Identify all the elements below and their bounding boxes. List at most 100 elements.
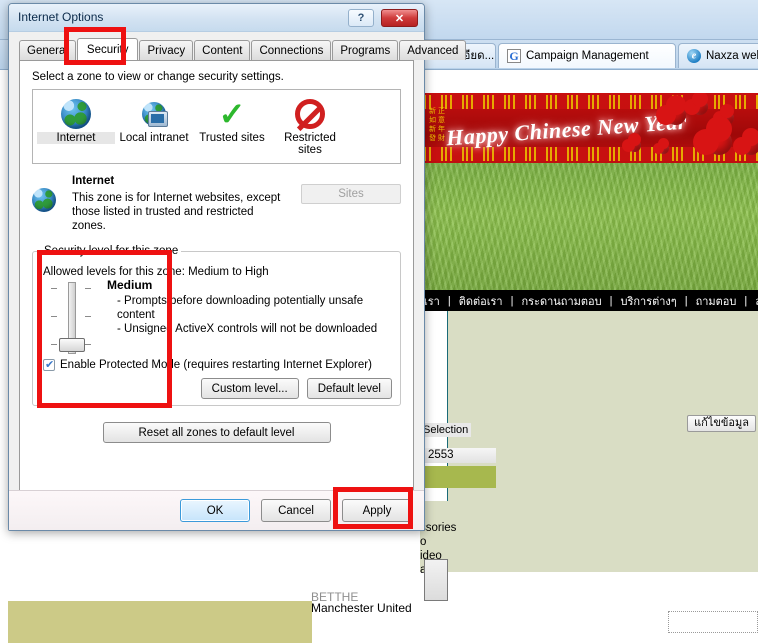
browser-tab-2[interactable]: Naxza web l — [678, 43, 758, 68]
page-content-area — [420, 311, 758, 572]
olive-block — [424, 466, 496, 488]
reset-all-zones-button[interactable]: Reset all zones to default level — [102, 422, 331, 443]
google-icon: G — [507, 49, 521, 63]
browser-tab-1[interactable]: G Campaign Management — [498, 43, 676, 68]
tab-label: Privacy — [147, 44, 186, 57]
tab-connections[interactable]: Connections — [251, 40, 332, 60]
heart-balloon — [684, 93, 708, 115]
tab-label: Connections — [259, 44, 324, 57]
dialog-title: Internet Options — [18, 10, 104, 24]
zone-selector: Internet Local intranet ✓ Trusted sites … — [32, 89, 401, 164]
cancel-button[interactable]: Cancel — [261, 499, 331, 522]
slider-tick — [85, 344, 91, 345]
zone-title: Internet — [72, 175, 115, 187]
slider-tick — [85, 288, 91, 289]
security-level-group: Security level for this zone Allowed lev… — [32, 245, 401, 406]
tab-security[interactable]: Security — [76, 38, 139, 60]
slider-tick — [51, 288, 57, 289]
slider-tick — [51, 316, 57, 317]
internet-options-dialog: Internet Options ? ✕ General Security Pr… — [8, 3, 467, 531]
nav-separator: | — [447, 294, 451, 307]
dialog-tabs: General Security Privacy Content Connect… — [19, 38, 467, 61]
dialog-footer: OK Cancel Apply — [9, 490, 424, 530]
zone-label: Local intranet — [119, 132, 189, 144]
list-item[interactable]: o — [420, 535, 456, 549]
security-level-slider[interactable] — [47, 282, 95, 358]
protected-mode-checkbox[interactable] — [43, 358, 55, 371]
heart-balloon — [693, 116, 732, 155]
grass-background-image — [420, 163, 758, 290]
nav-item-4[interactable]: ถามตอบ — [696, 292, 737, 310]
site-navigation-bar: เรา | ติดต่อเรา | กระดานถามตอบ | บริการต… — [420, 290, 758, 311]
nav-item-3[interactable]: บริการต่างๆ — [620, 292, 676, 310]
banner-text: Happy Chinese New Year — [445, 108, 688, 151]
tab-content[interactable]: Content — [194, 40, 251, 60]
level-buttons: Custom level... Default level — [200, 378, 392, 399]
zone-trusted-sites[interactable]: ✓ Trusted sites — [193, 96, 271, 163]
heart-balloon — [621, 132, 641, 152]
tab-programs[interactable]: Programs — [332, 40, 399, 60]
zone-description-area: Internet This zone is for Internet websi… — [32, 174, 401, 233]
allowed-levels-text: Allowed levels for this zone: Medium to … — [43, 266, 269, 278]
level-description: - Prompts before downloading potentially… — [117, 294, 390, 336]
apply-button[interactable]: Apply — [342, 499, 412, 522]
tab-label: General — [27, 44, 68, 57]
protected-mode-row[interactable]: Enable Protected Mode (requires restarti… — [43, 358, 372, 371]
zone-instruction: Select a zone to view or change security… — [32, 71, 284, 83]
group-legend: Security level for this zone — [41, 245, 182, 257]
restricted-circle-icon — [271, 96, 349, 132]
nav-separator: | — [510, 294, 514, 307]
browser-tab-label: Campaign Management — [526, 50, 649, 62]
year-field[interactable]: 2553 — [424, 448, 496, 463]
reset-row: Reset all zones to default level — [32, 422, 401, 443]
browser-tab-label: Naxza web l — [706, 50, 758, 62]
nav-separator: | — [744, 294, 748, 307]
text-input-field[interactable] — [668, 611, 758, 633]
sites-button[interactable]: Sites — [301, 184, 401, 204]
level-bullet: - Prompts before downloading potentially… — [117, 295, 364, 321]
globe-icon — [37, 96, 115, 132]
tab-privacy[interactable]: Privacy — [139, 40, 194, 60]
help-button[interactable]: ? — [348, 9, 374, 27]
tab-label: Programs — [340, 44, 391, 57]
default-level-button[interactable]: Default level — [306, 378, 392, 399]
khaki-block — [8, 601, 312, 643]
green-check-icon: ✓ — [218, 96, 246, 132]
scrollbar-thumb[interactable] — [424, 559, 448, 601]
tab-general[interactable]: General — [19, 40, 76, 60]
dialog-titlebar[interactable]: Internet Options ? ✕ — [9, 4, 424, 32]
list-item[interactable]: ssories — [420, 521, 456, 535]
zone-internet[interactable]: Internet — [37, 96, 115, 163]
heart-balloon — [733, 128, 758, 155]
close-icon[interactable]: ✕ — [381, 9, 418, 27]
nav-item-0[interactable]: เรา — [424, 292, 440, 310]
nav-separator: | — [684, 294, 688, 307]
nav-item-2[interactable]: กระดานถามตอบ — [521, 292, 601, 310]
edit-data-button[interactable]: แก้ไขข้อมูล — [687, 415, 756, 432]
nav-item-1[interactable]: ติดต่อเรา — [459, 292, 503, 310]
slider-thumb[interactable] — [59, 338, 85, 352]
heart-balloon — [652, 137, 669, 154]
zone-label: Internet — [37, 132, 115, 144]
tab-advanced[interactable]: Advanced — [399, 40, 467, 60]
level-bullet: - Unsigned ActiveX controls will not be … — [117, 323, 378, 335]
tab-label: Advanced — [407, 44, 459, 57]
heart-balloon — [656, 95, 686, 125]
selection-label: Selection — [420, 423, 472, 437]
zone-local-intranet[interactable]: Local intranet — [115, 96, 193, 163]
footer-text: Manchester United — [311, 601, 412, 615]
zone-label: Restricted sites — [284, 132, 336, 156]
nav-separator: | — [609, 294, 613, 307]
custom-level-button[interactable]: Custom level... — [200, 378, 299, 399]
slider-tick — [85, 316, 91, 317]
globe-monitor-icon — [115, 96, 193, 132]
zone-description: This zone is for Internet websites, exce… — [72, 192, 281, 232]
zone-restricted-sites[interactable]: Restricted sites — [271, 96, 349, 163]
chinese-new-year-banner: 新 正 如 意 新 年 發 財 Happy Chinese New Year — [420, 93, 758, 163]
level-name: Medium — [107, 278, 153, 292]
zone-label: Trusted sites — [199, 132, 265, 144]
ok-button[interactable]: OK — [180, 499, 250, 522]
tab-label: Security — [86, 43, 129, 56]
dialog-body: General Security Privacy Content Connect… — [9, 32, 467, 505]
tab-label: Content — [202, 44, 243, 57]
